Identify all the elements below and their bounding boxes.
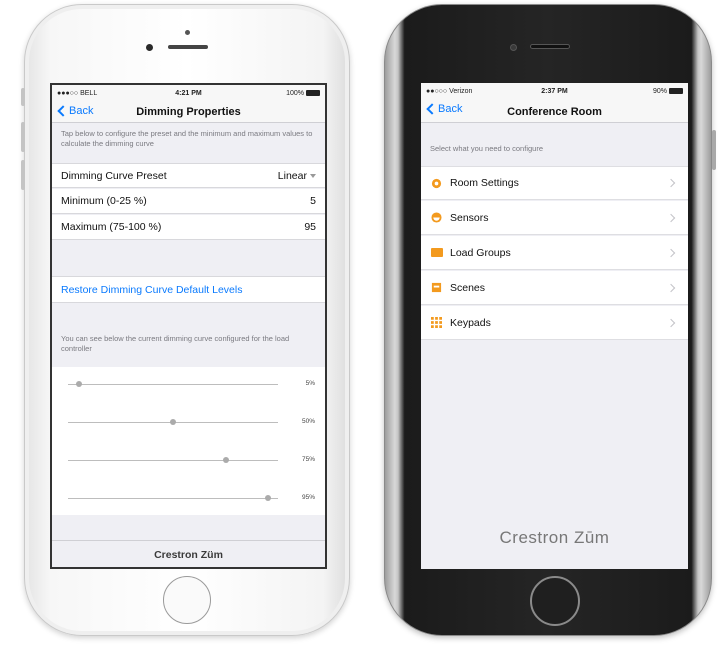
- menu-item-load-groups[interactable]: Load Groups: [421, 236, 688, 270]
- curve-slider-75[interactable]: 75%: [68, 455, 317, 467]
- status-bar: ●●○○○ Verizon 2:37 PM 90%: [421, 83, 688, 99]
- slider-knob[interactable]: [75, 381, 82, 387]
- left-phone-home-button[interactable]: [163, 576, 211, 624]
- clock-label: 2:37 PM: [541, 87, 568, 95]
- page-title: Dimming Properties: [136, 106, 241, 118]
- slider-percent-label: 95%: [301, 494, 315, 501]
- right-phone-screen: ●●○○○ Verizon 2:37 PM 90% Back Conferenc…: [421, 83, 688, 569]
- curve-note: You can see below the current dimming cu…: [61, 334, 290, 353]
- curve-slider-95[interactable]: 95%: [68, 493, 317, 505]
- dimming-curve-preset-row[interactable]: Dimming Curve Preset Linear: [52, 163, 325, 188]
- sensor-icon: [431, 212, 442, 223]
- preset-value: Linear: [278, 170, 316, 182]
- slider-percent-label: 75%: [301, 456, 315, 463]
- navigation-bar: Back Conference Room: [421, 99, 688, 123]
- left-phone-volume-down: [21, 160, 25, 190]
- minimum-label: Minimum (0-25 %): [61, 195, 147, 207]
- restore-defaults-label: Restore Dimming Curve Default Levels: [61, 283, 243, 296]
- battery-percent: 100%: [286, 89, 305, 97]
- chevron-right-icon: [666, 213, 676, 222]
- folder-icon: [431, 247, 443, 258]
- left-phone-mute-switch: [21, 88, 25, 106]
- left-phone-camera: [146, 44, 153, 51]
- navigation-bar: Back Dimming Properties: [52, 101, 325, 123]
- right-phone-speaker: [530, 44, 570, 49]
- slider-knob[interactable]: [222, 457, 229, 463]
- page-title: Conference Room: [507, 106, 602, 118]
- maximum-value: 95: [304, 221, 316, 233]
- menu-item-label: Room Settings: [450, 177, 519, 189]
- battery-indicator: 90%: [597, 87, 684, 95]
- carrier-label: ●●●○○ BELL: [57, 89, 98, 97]
- left-phone-top-sensor: [185, 30, 190, 35]
- menu-item-sensors[interactable]: Sensors: [421, 201, 688, 235]
- battery-percent: 90%: [653, 87, 668, 95]
- menu-item-room-settings[interactable]: Room Settings: [421, 166, 688, 200]
- slider-percent-label: 50%: [301, 418, 315, 425]
- maximum-label: Maximum (75-100 %): [61, 221, 162, 233]
- intro-note: Select what you need to configure: [430, 144, 543, 153]
- footer-brand: Crestron Züm: [52, 540, 325, 567]
- chevron-right-icon: [666, 318, 676, 327]
- minimum-value: 5: [310, 195, 316, 207]
- chevron-right-icon: [666, 248, 676, 257]
- right-phone-power-button: [712, 130, 716, 170]
- scene-icon: [431, 282, 442, 293]
- clock-label: 4:21 PM: [175, 89, 202, 97]
- menu-item-label: Load Groups: [450, 246, 511, 259]
- slider-knob[interactable]: [264, 495, 271, 501]
- slider-knob[interactable]: [170, 419, 176, 425]
- left-phone-speaker: [168, 45, 208, 49]
- battery-icon: [306, 89, 321, 96]
- carrier-label: ●●○○○ Verizon: [426, 87, 473, 95]
- curve-slider-5[interactable]: 5%: [68, 379, 317, 391]
- minimum-row[interactable]: Minimum (0-25 %) 5: [52, 189, 325, 214]
- app-brand: Crestron Zūm: [499, 528, 610, 547]
- menu-item-keypads[interactable]: Keypads: [421, 306, 688, 340]
- curve-slider-50[interactable]: 50%: [68, 417, 317, 429]
- chevron-right-icon: [666, 178, 676, 188]
- battery-icon: [669, 87, 684, 94]
- slider-percent-label: 5%: [305, 380, 315, 387]
- right-phone-camera: [510, 44, 517, 51]
- slider-track: [68, 498, 278, 499]
- right-phone-home-button[interactable]: [530, 576, 580, 626]
- dimming-curve-panel: 5% 50% 75% 95%: [52, 367, 325, 515]
- menu-item-label: Keypads: [450, 316, 491, 329]
- keypad-icon: [431, 317, 442, 328]
- dropdown-caret-icon: [310, 173, 316, 178]
- menu-item-label: Sensors: [450, 211, 489, 224]
- maximum-row[interactable]: Maximum (75-100 %) 95: [52, 215, 325, 240]
- gear-icon: [431, 178, 442, 189]
- left-phone-screen: ●●●○○ BELL 4:21 PM 100% Back Dimming Pro…: [50, 83, 327, 569]
- intro-note: Tap below to configure the preset and th…: [61, 129, 313, 148]
- menu-item-label: Scenes: [450, 281, 486, 294]
- slider-track: [68, 384, 278, 385]
- menu-item-scenes[interactable]: Scenes: [421, 271, 688, 305]
- preset-label: Dimming Curve Preset: [61, 169, 167, 182]
- left-phone-volume-up: [21, 122, 25, 152]
- status-bar: ●●●○○ BELL 4:21 PM 100%: [52, 85, 325, 101]
- restore-defaults-button[interactable]: Restore Dimming Curve Default Levels: [52, 276, 325, 303]
- chevron-right-icon: [666, 283, 676, 292]
- slider-track: [68, 460, 278, 461]
- battery-indicator: 100%: [232, 89, 321, 97]
